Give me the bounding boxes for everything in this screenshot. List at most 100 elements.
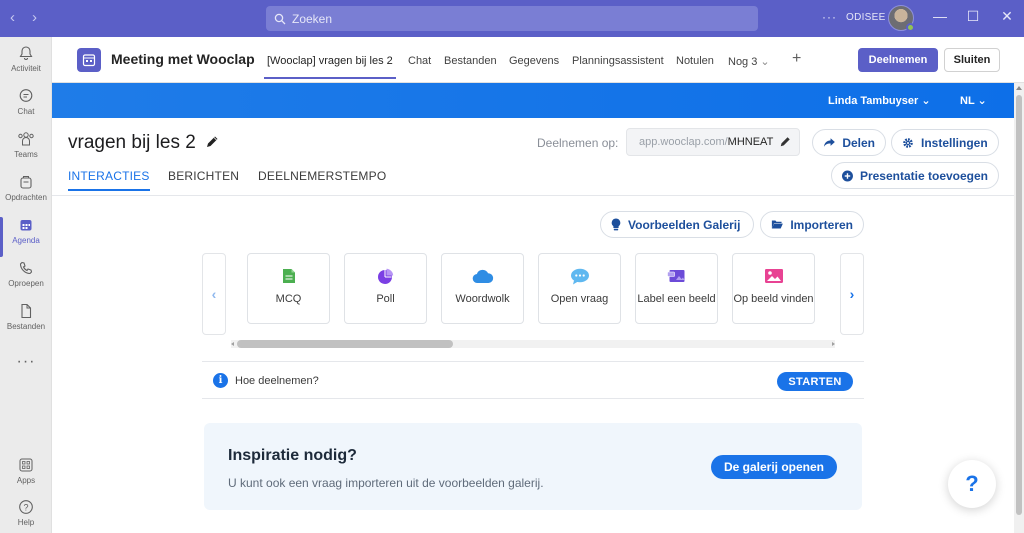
scroll-right-icon[interactable] [832,342,835,346]
gallery-button[interactable]: Voorbeelden Galerij [600,211,754,238]
question-type-label-image[interactable]: Label een beeld [635,253,718,324]
question-type-wordcloud[interactable]: Woordwolk [441,253,524,324]
question-type-label: MCQ [275,293,302,305]
tab-notes[interactable]: Notulen [676,55,714,67]
file-icon [21,303,32,319]
close-window-button[interactable]: ✕ [997,8,1017,25]
tab-participant-pace[interactable]: DEELNEMERSTEMPO [258,169,386,183]
settings-label: Instellingen [921,135,988,150]
tab-interactions[interactable]: INTERACTIES [68,169,150,191]
question-type-label: Open vraag [550,293,609,305]
vertical-scrollbar[interactable] [1014,83,1024,533]
title-bar: ‹ › Zoeken ··· ODISEE — ☐ ✕ [0,0,1024,37]
carousel-scrollbar-thumb[interactable] [237,340,453,348]
rail-item-files[interactable]: Bestanden [0,303,52,343]
tab-wooclap[interactable]: [Wooclap] vragen bij les 2 [264,55,396,79]
plus-circle-icon [842,170,853,181]
rail-item-calls[interactable]: Oproepen [0,260,52,300]
settings-button[interactable]: Instellingen [891,129,999,156]
question-type-mcq[interactable]: MCQ [247,253,330,324]
minimize-button[interactable]: — [930,8,950,24]
app-rail: Activiteit Chat Teams Opdrachten Agenda … [0,37,52,533]
question-type-poll[interactable]: Poll [344,253,427,324]
user-name: Linda Tambuyser [828,95,919,107]
carousel-scrollbar[interactable] [231,340,835,348]
folder-open-icon [771,220,783,229]
question-type-open-question[interactable]: Open vraag [538,253,621,324]
add-tab-button[interactable]: + [792,50,801,68]
cloud-icon [472,269,493,283]
edit-code-icon[interactable] [779,136,791,148]
presence-icon [906,23,915,32]
question-type-label: Poll [376,293,395,305]
rail-label: Opdrachten [5,193,47,202]
join-code: MHNEAT [727,136,774,148]
open-gallery-button[interactable]: De galerij openen [711,455,837,479]
wooclap-content: vragen bij les 2 Deelnemen op: app.woocl… [52,118,1014,533]
add-presentation-button[interactable]: Presentatie toevoegen [831,162,999,189]
chevron-down-icon: ⌄ [977,95,987,107]
close-meeting-button[interactable]: Sluiten [944,48,1000,72]
more-options-icon[interactable]: ··· [822,10,837,24]
join-meeting-button[interactable]: Deelnemen [858,48,938,72]
carousel-prev-button[interactable]: ‹ [202,253,226,335]
chevron-down-icon: ⌄ [760,56,770,68]
how-to-join-bar: i Hoe deelnemen? STARTEN [202,361,864,399]
tab-details[interactable]: Gegevens [509,55,559,67]
join-at-label: Deelnemen op: [537,136,619,150]
rail-item-assignments[interactable]: Opdrachten [0,174,52,214]
search-input[interactable]: Zoeken [266,6,758,31]
user-menu[interactable]: Linda Tambuyser ⌄ [828,94,931,107]
question-type-carousel: ‹ MCQ Poll Woordwolk Open vraag Label ee… [202,253,864,335]
tabs-divider [52,195,1014,196]
start-button[interactable]: STARTEN [777,372,853,391]
join-url-field[interactable]: app.wooclap.com/MHNEAT [626,128,800,156]
import-label: Importeren [790,217,853,232]
back-arrow-icon[interactable]: ‹ [10,10,24,26]
find-image-icon [764,269,783,283]
rail-label: Oproepen [8,279,44,288]
phone-icon [19,261,33,275]
language-label: NL [960,95,975,107]
share-label: Delen [842,135,875,150]
language-menu[interactable]: NL ⌄ [960,94,987,107]
scrollbar-thumb[interactable] [1016,95,1022,515]
help-chat-button[interactable]: ? [948,460,996,508]
maximize-button[interactable]: ☐ [963,8,983,25]
add-presentation-label: Presentatie toevoegen [859,168,988,183]
meeting-calendar-icon [77,48,101,72]
rail-item-activity[interactable]: Activiteit [0,45,52,85]
organization-name: ODISEE [846,12,886,23]
forward-arrow-icon[interactable]: › [32,10,46,26]
rail-item-teams[interactable]: Teams [0,131,52,171]
question-type-find-on-image[interactable]: Op beeld vinden [732,253,815,324]
scroll-left-icon[interactable] [231,342,234,346]
avatar[interactable] [888,5,915,32]
tab-files[interactable]: Bestanden [444,55,497,67]
more-apps-icon[interactable]: ··· [0,353,52,371]
chat-icon [19,89,33,102]
tab-scheduling-assistant[interactable]: Planningsassistent [572,55,664,67]
tab-chat[interactable]: Chat [408,55,431,67]
poll-icon [378,268,394,284]
rail-label: Activiteit [11,64,41,73]
rail-item-help[interactable]: ? Help [0,499,52,533]
scroll-up-icon[interactable] [1016,86,1022,90]
carousel-next-button[interactable]: › [840,253,864,335]
rail-item-chat[interactable]: Chat [0,88,52,128]
rail-label: Chat [17,107,35,116]
share-icon [823,138,835,147]
gallery-label: Voorbeelden Galerij [628,217,741,232]
rail-item-apps[interactable]: Apps [0,457,52,497]
bell-icon [19,46,33,60]
tab-more[interactable]: Nog 3 ⌄ [728,55,770,68]
share-button[interactable]: Delen [812,129,886,156]
rail-item-agenda[interactable]: Agenda [0,217,52,257]
rail-label: Apps [16,476,36,485]
edit-title-icon[interactable] [205,135,219,149]
tab-messages[interactable]: BERICHTEN [168,169,239,183]
how-to-join-link[interactable]: Hoe deelnemen? [235,375,319,387]
import-button[interactable]: Importeren [760,211,864,238]
inspiration-panel: Inspiratie nodig? U kunt ook een vraag i… [204,423,862,510]
question-type-label: Label een beeld [637,293,716,305]
